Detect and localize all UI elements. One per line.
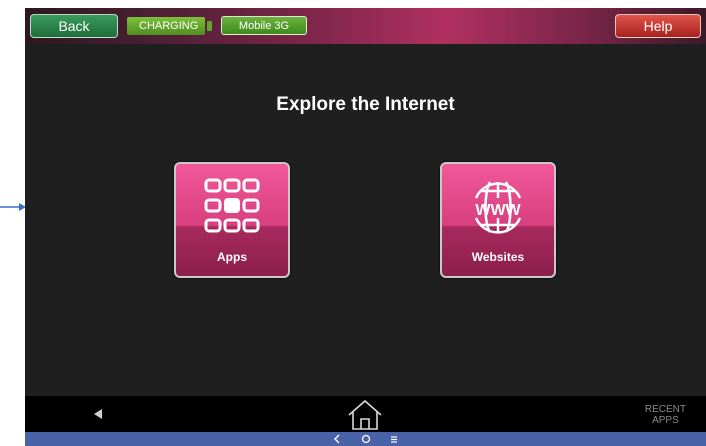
system-home-icon[interactable] bbox=[361, 434, 371, 444]
websites-tile[interactable]: WWW Websites bbox=[440, 162, 556, 278]
tablet-screen: Back CHARGING Mobile 3G Help Explore the… bbox=[25, 8, 706, 446]
recent-apps-line2: APPS bbox=[652, 415, 679, 426]
svg-text:WWW: WWW bbox=[475, 202, 521, 219]
apps-grid-icon bbox=[204, 178, 260, 233]
battery-tip bbox=[207, 21, 212, 31]
home-icon[interactable] bbox=[345, 399, 385, 431]
android-nav-bar: RECENT APPS bbox=[25, 396, 706, 432]
back-button[interactable]: Back bbox=[30, 14, 118, 38]
nav-back-icon[interactable] bbox=[93, 409, 103, 419]
page-title: Explore the Internet bbox=[276, 94, 455, 115]
network-indicator: Mobile 3G bbox=[221, 16, 307, 35]
top-bar: Back CHARGING Mobile 3G Help bbox=[25, 8, 706, 44]
pointer-arrow-icon bbox=[0, 203, 26, 211]
recent-apps-line1: RECENT bbox=[644, 404, 686, 415]
recent-apps-button[interactable]: RECENT APPS bbox=[645, 404, 686, 426]
help-button[interactable]: Help bbox=[615, 14, 701, 38]
battery-indicator: CHARGING bbox=[127, 17, 205, 35]
system-menu-icon[interactable] bbox=[389, 434, 399, 444]
www-globe-icon: WWW bbox=[474, 181, 522, 234]
system-nav-bar bbox=[25, 432, 706, 446]
apps-tile[interactable]: Apps bbox=[174, 162, 290, 278]
apps-label: Apps bbox=[217, 250, 247, 264]
websites-label: Websites bbox=[471, 250, 525, 264]
system-back-icon[interactable] bbox=[333, 434, 343, 444]
